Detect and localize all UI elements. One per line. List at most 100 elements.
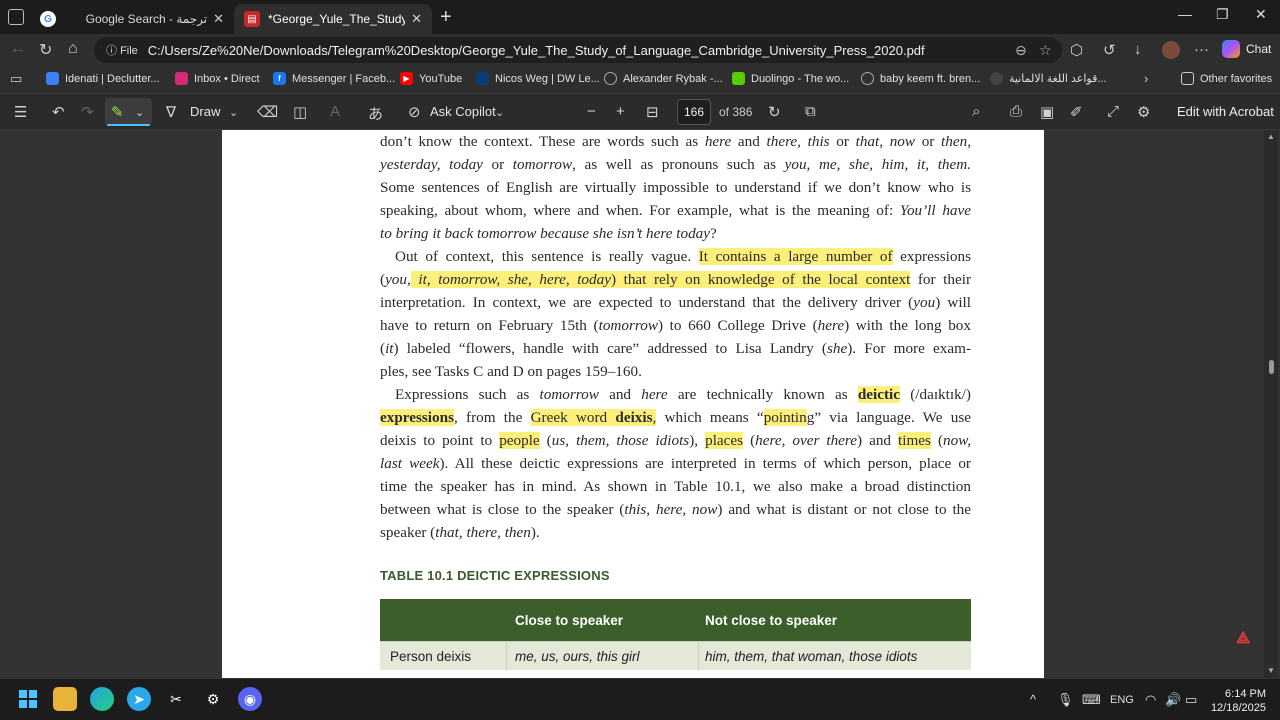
favorite-item[interactable]: Duolingo - The wo... <box>732 72 849 85</box>
draw-icon[interactable]: ∇ <box>166 103 176 121</box>
favorite-item[interactable]: قواعد اللغة الالمانية... <box>990 72 1107 85</box>
site-info[interactable]: ⓘ File <box>106 42 138 58</box>
translate-icon[interactable]: あ <box>368 103 383 124</box>
highlight[interactable]: times <box>898 432 931 449</box>
highlight[interactable]: expressions <box>380 409 454 426</box>
wifi-icon[interactable]: ◠ <box>1145 692 1156 708</box>
tab-pdf[interactable]: ▤ *George_Yule_The_Study_of_Langu ✕ <box>234 4 432 34</box>
page-view-icon[interactable]: ◫ <box>293 103 307 121</box>
highlight[interactable]: deictic <box>857 386 901 403</box>
save-icon[interactable]: ▣ <box>1040 103 1054 121</box>
minimize-icon[interactable]: — <box>1178 6 1192 22</box>
scroll-up-icon[interactable]: ▲ <box>1267 132 1275 141</box>
language-indicator[interactable]: ENG <box>1110 694 1134 706</box>
snipping-tool-icon[interactable]: ✂ <box>164 687 188 711</box>
acrobat-icon[interactable]: ⟁ <box>1236 630 1250 648</box>
fit-page-icon[interactable]: ⊟ <box>646 103 659 121</box>
favorite-star-icon[interactable]: ☆ <box>1039 42 1052 59</box>
print-icon[interactable]: ⎙ <box>1010 103 1022 120</box>
read-aloud-icon[interactable]: A <box>330 103 340 120</box>
chevron-down-icon[interactable]: ⌄ <box>135 106 144 119</box>
chevron-right-icon[interactable]: › <box>1144 71 1148 86</box>
highlight[interactable]: people <box>499 432 540 449</box>
telegram-icon[interactable]: ➤ <box>127 687 151 711</box>
discord-icon[interactable]: ◉ <box>238 687 262 711</box>
chevron-up-icon[interactable]: ^ <box>1030 692 1036 707</box>
scroll-down-icon[interactable]: ▼ <box>1267 666 1275 675</box>
favorite-item[interactable]: f Messenger | Faceb... <box>273 72 395 85</box>
save-as-icon[interactable]: ✐ <box>1070 103 1083 121</box>
edit-with-acrobat-button[interactable]: Edit with Acrobat <box>1177 104 1274 119</box>
edge-icon[interactable] <box>90 687 114 711</box>
eraser-icon[interactable]: ⌫ <box>257 103 278 121</box>
scrollbar-thumb[interactable] <box>1269 360 1274 374</box>
volume-icon[interactable]: 🔊 <box>1165 692 1181 708</box>
favorite-item[interactable]: Alexander Rybak -... <box>604 72 723 85</box>
highlight[interactable]: places <box>705 432 744 449</box>
zoom-icon[interactable]: ⊖ <box>1015 42 1027 59</box>
battery-icon[interactable]: ▭ <box>1185 692 1197 708</box>
microphone-icon[interactable]: 🎙 <box>1057 692 1074 708</box>
fullscreen-icon[interactable]: ⤢ <box>1107 103 1119 120</box>
other-favorites-label: Other favorites <box>1200 72 1273 85</box>
favorite-item[interactable]: Inbox • Direct <box>175 72 260 85</box>
settings-icon[interactable]: ⚙ <box>1137 103 1150 121</box>
highlight[interactable]: it, tomorrow, she, here, today) that rel… <box>410 271 911 288</box>
close-window-icon[interactable]: ✕ <box>1255 6 1267 23</box>
close-tab-icon[interactable]: ✕ <box>411 11 422 27</box>
favorite-item[interactable]: ▶ YouTube <box>400 72 462 85</box>
tab-google-search[interactable]: G Google Search - ترجمة ✕ <box>30 4 234 34</box>
extensions-icon[interactable]: ⬡ <box>1070 41 1083 59</box>
zoom-out-icon[interactable]: − <box>587 103 596 120</box>
clock[interactable]: 6:14 PM 12/18/2025 <box>1206 687 1266 715</box>
zoom-in-icon[interactable]: + <box>616 103 625 120</box>
settings-icon[interactable]: ⚙ <box>201 687 225 711</box>
favorite-item[interactable]: Idenati | Declutter... <box>46 72 160 85</box>
more-icon[interactable]: ··· <box>1194 41 1209 58</box>
search-icon[interactable]: ⌕ <box>972 103 980 120</box>
new-tab-icon[interactable]: + <box>440 6 452 29</box>
chevron-down-icon[interactable]: ⌄ <box>229 106 238 119</box>
favorite-item[interactable]: Nicos Weg | DW Le... <box>476 72 600 85</box>
downloads-icon[interactable]: ↓ <box>1134 41 1142 58</box>
text-line: don’t know the context. These are words … <box>380 133 971 150</box>
restore-icon[interactable]: ❐ <box>1216 6 1229 23</box>
ask-copilot-button[interactable]: Ask Copilot <box>430 104 496 119</box>
text-line: time the speaker has in mind. As shown i… <box>380 478 971 495</box>
pdf-viewer[interactable]: don’t know the context. These are words … <box>0 130 1280 678</box>
table-header-row: Close to speaker Not close to speaker <box>380 599 971 641</box>
favorite-item[interactable]: baby keem ft. bren... <box>861 72 980 85</box>
close-tab-icon[interactable]: ✕ <box>213 11 224 27</box>
copilot-chat-button[interactable]: Chat <box>1222 40 1271 58</box>
file-explorer-icon[interactable] <box>53 687 77 711</box>
highlighter-icon[interactable]: ✎ <box>111 103 124 121</box>
other-favorites[interactable]: Other favorites <box>1181 72 1272 85</box>
redo-icon[interactable]: ↷ <box>81 103 94 121</box>
back-icon[interactable]: ← <box>10 40 26 58</box>
chevron-down-icon[interactable]: ⌄ <box>495 106 504 119</box>
home-icon[interactable]: ⌂ <box>68 40 78 58</box>
reading-list-icon[interactable]: ▭ <box>10 71 22 87</box>
refresh-icon[interactable]: ↻ <box>39 40 52 60</box>
profile-avatar[interactable] <box>1162 41 1180 59</box>
tab-title: *George_Yule_The_Study_of_Langu <box>268 12 406 26</box>
keyboard-icon[interactable]: ⌨ <box>1082 692 1101 708</box>
two-page-icon[interactable]: ⧉ <box>805 103 816 120</box>
google-icon: G <box>40 11 56 27</box>
page-number-input[interactable]: 166 <box>677 99 711 125</box>
url-field[interactable]: ⓘ File C:/Users/Ze%20Ne/Downloads/Telegr… <box>94 37 1062 63</box>
vertical-scrollbar[interactable]: ▲ ▼ <box>1264 130 1278 678</box>
history-icon[interactable]: ↺ <box>1103 41 1116 59</box>
workspaces-icon[interactable] <box>8 9 24 25</box>
undo-icon[interactable]: ↶ <box>52 103 65 121</box>
table-caption: TABLE 10.1 DEICTIC EXPRESSIONS <box>380 568 610 583</box>
highlight[interactable]: pointin <box>763 409 807 426</box>
highlight[interactable]: It contains a large number of <box>698 248 893 265</box>
rotate-icon[interactable]: ↻ <box>768 103 781 121</box>
windows-start-icon[interactable] <box>16 687 40 711</box>
title-bar: G Google Search - ترجمة ✕ ▤ *George_Yule… <box>0 0 1280 34</box>
contents-icon[interactable]: ☰ <box>14 103 27 121</box>
copilot-small-icon[interactable]: ⊘ <box>408 103 421 121</box>
highlight[interactable]: Greek word deixis, <box>530 409 657 426</box>
draw-button[interactable]: Draw <box>190 104 220 119</box>
